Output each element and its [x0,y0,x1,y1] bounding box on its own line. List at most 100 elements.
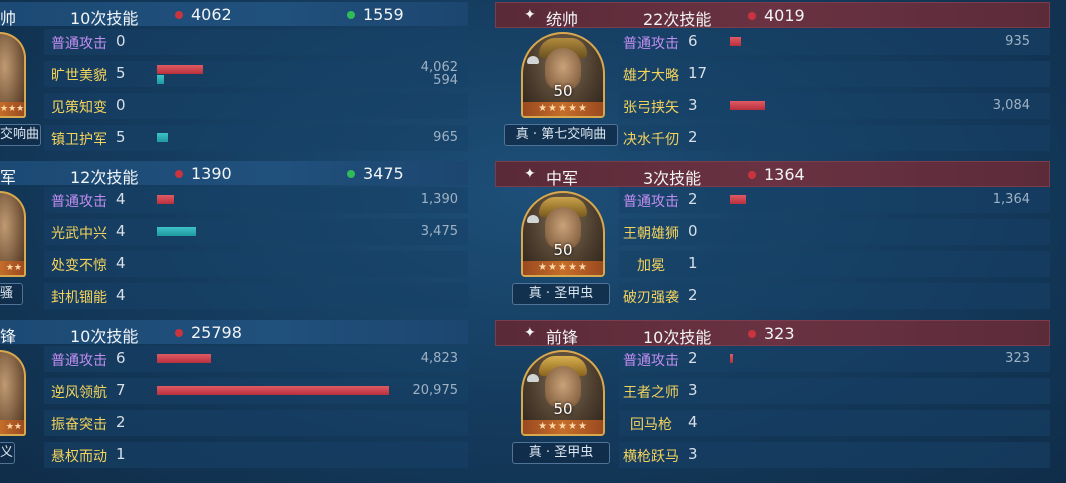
skill-name: 见策知变 [51,100,107,116]
skill-name: 封机锢能 [51,290,107,306]
skill-name: 普通攻击 [51,36,107,52]
role-label: 中军 [546,169,579,188]
hero-portrait[interactable]: ★★ [0,191,26,277]
skill-row: 雄才大略 17 [619,59,1050,89]
right-group-1: ✦ 统帅 22次技能 4019 50 ★★★★★ 真 · 第七交响曲 普通攻击 … [495,2,1050,157]
hero-portrait[interactable]: ★★ [0,350,26,436]
skill-uses: 4 [116,190,126,208]
skill-name: 振奋突击 [51,417,107,433]
damage-dot-icon [748,171,756,179]
role-label: 前锋 [546,328,579,347]
role-label: 帅 [0,9,17,28]
heal-dot-icon [347,170,355,178]
skill-name: 加冕 [637,258,665,274]
skill-row: 封机锢能 4 [44,281,468,311]
skill-uses: 1 [116,445,126,463]
heal-bar [157,227,196,236]
skill-row: 普通攻击 2 1,364 [619,185,1050,215]
heal-value: 594 [433,73,458,88]
hero-portrait[interactable]: 50 ★★★★★ [521,32,605,118]
skill-row: 横枪跃马 3 [619,440,1050,470]
damage-dot-icon [175,11,183,19]
hero-portrait[interactable]: ★★★ [0,32,26,118]
damage-bar [157,386,389,395]
star-rating: ★★ [0,261,24,275]
right-group-1-header: ✦ 统帅 22次技能 4019 [495,2,1050,29]
skill-name: 横枪跃马 [623,449,679,465]
skill-row: 决水千仞 2 [619,123,1050,153]
right-group-3-header: ✦ 前锋 10次技能 323 [495,320,1050,347]
skill-uses: 0 [116,32,126,50]
skill-row: 光武中兴 4 3,475 [44,217,468,247]
skill-uses: 4 [116,286,126,304]
skill-row: 镇卫护军 5 965 [44,123,468,153]
heal-bar [157,75,164,84]
hero-level: 50 [553,400,573,418]
damage-value: 3,084 [992,98,1030,113]
skill-uses: 4 [116,222,126,240]
skill-name: 处变不惊 [51,258,107,274]
skill-name: 雄才大略 [623,68,679,84]
skill-uses: 2 [116,413,126,431]
skill-name: 悬权而动 [51,449,107,465]
skill-name: 王者之师 [623,385,679,401]
skill-row: 普通攻击 6 935 [619,27,1050,57]
role-star-icon: ✦ [524,325,536,341]
right-group-2: ✦ 中军 3次技能 1364 50 ★★★★★ 真 · 圣甲虫 普通攻击 2 1… [495,161,1050,316]
skill-row: 加冕 1 [619,249,1050,279]
left-group-2: 军 12次技能 1390 3475 ★★ 骚 普通攻击 4 1,390 光武中兴… [0,161,468,316]
left-group-1: 帅 10次技能 4062 1559 ★★★ 交响曲 普通攻击 0 旷世美貌 5 … [0,2,468,157]
skill-row: 旷世美貌 5 4,062 594 [44,59,468,89]
hero-name-tag: 真 · 圣甲虫 [512,442,610,464]
skill-name: 普通攻击 [623,36,679,52]
skill-uses: 1 [688,254,698,272]
skill-row: 破刃强袭 2 [619,281,1050,311]
skill-uses: 2 [688,128,698,146]
skill-uses: 3 [688,445,698,463]
hero-portrait[interactable]: 50 ★★★★★ [521,350,605,436]
hero-name-tag: 真 · 圣甲虫 [512,283,610,305]
hero-level: 50 [553,241,573,259]
hero-name-tag: 交响曲 [0,124,41,146]
hero-level: 50 [553,82,573,100]
damage-dot-icon [748,330,756,338]
skill-uses: 0 [688,222,698,240]
hero-portrait[interactable]: 50 ★★★★★ [521,191,605,277]
skill-name: 逆风领航 [51,385,107,401]
skill-name: 光武中兴 [51,226,107,242]
damage-bar [157,195,174,204]
skill-uses: 7 [116,381,126,399]
damage-value: 1,390 [420,192,458,207]
skill-row: 悬权而动 1 [44,440,468,470]
skill-name: 王朝雄狮 [623,226,679,242]
skill-uses: 6 [688,32,698,50]
skill-name: 普通攻击 [51,353,107,369]
skill-row: 普通攻击 0 [44,27,468,57]
skill-row: 振奋突击 2 [44,408,468,438]
heal-bar [157,133,168,142]
damage-total: 25798 [175,323,242,342]
skill-row: 普通攻击 6 4,823 [44,344,468,374]
cloud-icon [527,374,539,382]
skill-row: 普通攻击 2 323 [619,344,1050,374]
skill-row: 处变不惊 4 [44,249,468,279]
left-group-3: 锋 10次技能 25798 ★★ 义 普通攻击 6 4,823 逆风领航 7 2… [0,320,468,475]
skill-uses: 2 [688,190,698,208]
damage-total: 1364 [748,165,805,184]
damage-value: 1,364 [992,192,1030,207]
role-label: 军 [0,168,17,187]
damage-dot-icon [175,329,183,337]
right-group-3: ✦ 前锋 10次技能 323 50 ★★★★★ 真 · 圣甲虫 普通攻击 2 3… [495,320,1050,475]
skill-name: 回马枪 [630,417,672,433]
skill-row: 逆风领航 7 20,975 [44,376,468,406]
hero-name-tag: 真 · 第七交响曲 [504,124,618,146]
damage-bar [730,37,741,46]
skill-uses: 0 [116,96,126,114]
star-rating: ★★★★★ [523,102,603,116]
skill-uses: 5 [116,128,126,146]
heal-dot-icon [347,11,355,19]
left-group-1-header: 帅 10次技能 4062 1559 [0,2,468,28]
skill-count: 10次技能 [70,9,139,28]
skill-row: 见策知变 0 [44,91,468,121]
skill-uses: 6 [116,349,126,367]
